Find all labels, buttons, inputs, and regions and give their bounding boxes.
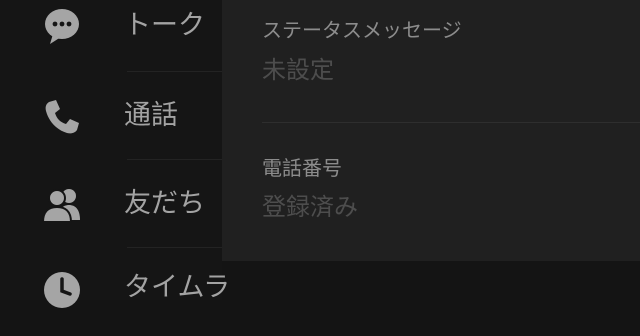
clock-icon bbox=[44, 272, 80, 308]
sidebar-item-label: 通話 bbox=[124, 100, 178, 131]
status-message-value: 未設定 bbox=[262, 56, 334, 84]
phone-number-label: 電話番号 bbox=[262, 156, 342, 180]
sidebar-item-friends[interactable]: 友だち bbox=[0, 160, 222, 248]
sidebar-item-label: トーク bbox=[124, 10, 205, 41]
friends-icon bbox=[42, 189, 80, 223]
chat-bubble-icon bbox=[45, 9, 79, 44]
status-message-label: ステータスメッセージ bbox=[262, 18, 462, 42]
sidebar-item-label: 友だち bbox=[124, 188, 205, 219]
sidebar-item-calls[interactable]: 通話 bbox=[0, 72, 222, 160]
sidebar-item-talk[interactable]: トーク bbox=[0, 0, 222, 72]
sidebar-nav: トーク 通話 友だち タイムラ bbox=[0, 0, 230, 308]
phone-icon bbox=[45, 100, 79, 134]
sidebar-item-timeline[interactable]: タイムラ bbox=[0, 248, 230, 336]
profile-panel: ステータスメッセージ 未設定 電話番号 登録済み bbox=[222, 0, 640, 261]
phone-number-value: 登録済み bbox=[262, 193, 358, 221]
sidebar-item-label: タイムラ bbox=[124, 272, 231, 303]
divider bbox=[262, 122, 640, 123]
